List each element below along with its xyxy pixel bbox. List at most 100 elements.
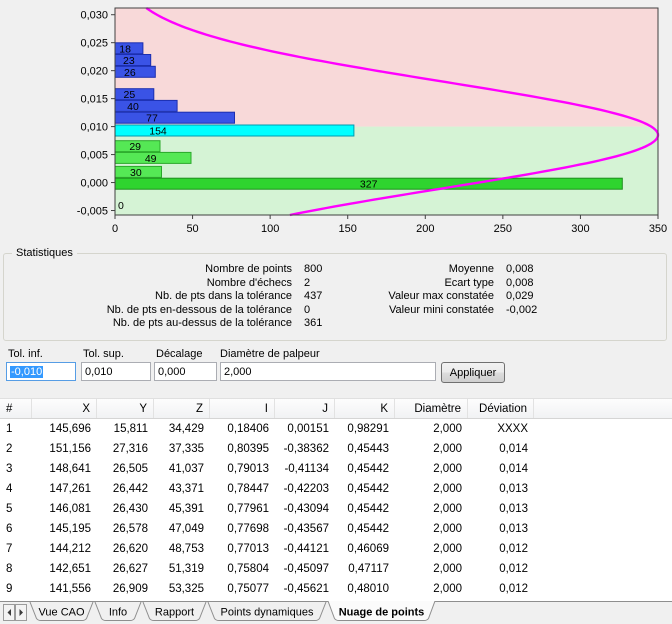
cell-i: 0,79013 — [227, 463, 269, 475]
stat-value: 2 — [304, 276, 311, 289]
y-tick-label: 0,000 — [80, 177, 108, 189]
tab-bar-svg: Vue CAO Info Rapport Points dynamiques Nuage… — [0, 601, 672, 621]
stat-row: Nombre de points 800 — [10, 263, 322, 277]
stat-row: Nb. de pts en-dessous de la tolérance 0 — [10, 304, 322, 318]
cell-déviation: 0,012 — [499, 583, 528, 595]
tab-points-dynamiques[interactable]: Points dynamiques — [207, 601, 327, 621]
x-tick-label: 300 — [571, 223, 589, 235]
column-header-i[interactable]: I — [210, 399, 275, 418]
tab-label: Nuage de points — [339, 607, 425, 619]
column-header-k[interactable]: K — [335, 399, 395, 418]
cell-diamètre: 2,000 — [433, 463, 462, 475]
statistics-title: Statistiques — [12, 247, 77, 259]
cell-i: 0,18406 — [227, 423, 269, 435]
cell-j: -0,42203 — [283, 483, 329, 495]
cell-z: 43,371 — [168, 483, 204, 495]
decalage-value: 0,000 — [158, 365, 186, 378]
tab-info[interactable]: Info — [94, 601, 142, 621]
cell-filler — [534, 479, 672, 499]
table-row[interactable]: 6 145,195 26,578 47,049 0,77698 -0,43567 0,454… — [0, 519, 672, 539]
column-header-déviation[interactable]: Déviation — [468, 399, 534, 418]
diametre-palpeur-value: 2,000 — [224, 365, 252, 378]
cell-z: 51,319 — [168, 563, 204, 575]
column-header-x[interactable]: X — [32, 399, 97, 418]
apply-button[interactable]: Appliquer — [441, 362, 505, 383]
column-header-#[interactable]: # — [0, 399, 32, 418]
y-tick-label: 0,015 — [80, 93, 108, 105]
right-arrow-button[interactable] — [15, 604, 27, 621]
cell-déviation: 0,014 — [499, 463, 528, 475]
table-row[interactable]: 2 151,156 27,316 37,335 0,80395 -0,38362 0,454… — [0, 439, 672, 459]
tol-inf-input[interactable]: -0,010 — [6, 362, 76, 381]
cell-i: 0,77698 — [227, 523, 269, 535]
cell-#: 7 — [6, 543, 13, 555]
table-row[interactable]: 9 141,556 26,909 53,325 0,75077 -0,45621 0,480… — [0, 579, 672, 599]
in-tolerance-zone — [115, 126, 658, 215]
cell-y: 26,620 — [112, 543, 148, 555]
above-tolerance-zone — [115, 8, 658, 127]
tol-inf-value: -0,010 — [10, 365, 44, 378]
cell-x: 151,156 — [49, 443, 91, 455]
bar-count-label: 25 — [124, 89, 136, 101]
tol-sup-input[interactable]: 0,010 — [81, 362, 151, 381]
tab-label: Vue CAO — [38, 607, 85, 619]
x-tick-label: 150 — [339, 223, 357, 235]
y-tick-label: 0,005 — [80, 149, 108, 161]
cell-filler — [534, 559, 672, 579]
cell-#: 2 — [6, 443, 13, 455]
table-row[interactable]: 4 147,261 26,442 43,371 0,78447 -0,42203 0,454… — [0, 479, 672, 499]
cell-k: 0,98291 — [347, 423, 389, 435]
cell-i: 0,75077 — [227, 583, 269, 595]
tab-label: Info — [109, 607, 127, 619]
column-header-z[interactable]: Z — [154, 399, 210, 418]
tab-rapport[interactable]: Rapport — [142, 601, 207, 621]
cell-j: -0,45621 — [283, 583, 329, 595]
table-row[interactable]: 7 144,212 26,620 48,753 0,77013 -0,44121 0,460… — [0, 539, 672, 559]
cell-x: 141,556 — [49, 583, 91, 595]
cell-y: 26,909 — [112, 583, 148, 595]
histogram-bar — [114, 111, 235, 124]
cell-z: 37,335 — [168, 443, 204, 455]
table-row[interactable]: 1 145,696 15,811 34,429 0,18406 0,00151 0,9829… — [0, 419, 672, 439]
cell-y: 15,811 — [113, 423, 148, 435]
column-header-y[interactable]: Y — [97, 399, 154, 418]
tab-vue-cao[interactable]: Vue CAO — [29, 601, 94, 621]
bar-count-label: 23 — [123, 55, 135, 67]
cell-z: 41,037 — [168, 463, 204, 475]
histogram-panel: 18 23 26 25 40 77 154 29 49 30 327 0 0,030 0,025 0,020… — [0, 0, 672, 248]
left-arrow-button[interactable] — [3, 604, 15, 621]
tab-label: Rapport — [155, 607, 194, 619]
table-row[interactable]: 3 148,641 26,505 41,037 0,79013 -0,41134 0,454… — [0, 459, 672, 479]
cell-k: 0,45443 — [347, 443, 389, 455]
column-header-j[interactable]: J — [275, 399, 335, 418]
stat-value: 800 — [304, 263, 323, 275]
cell-z: 34,429 — [168, 423, 204, 435]
bar-count-label: 30 — [130, 167, 142, 179]
tab-label: Points dynamiques — [221, 607, 314, 619]
cell-x: 145,696 — [49, 423, 91, 435]
diametre-palpeur-input[interactable]: 2,000 — [220, 362, 436, 381]
tab-nuage-de-points[interactable]: Nuage de points — [327, 601, 436, 621]
column-header-diamètre[interactable]: Diamètre — [395, 399, 468, 418]
cell-z: 45,391 — [168, 503, 204, 515]
cell-y: 26,627 — [112, 563, 148, 575]
cell-y: 27,316 — [112, 443, 148, 455]
x-tick-label: 0 — [112, 223, 118, 235]
table-row[interactable]: 8 142,651 26,627 51,319 0,75804 -0,45097 0,471… — [0, 559, 672, 579]
stat-row: Ecart type 0,008 — [334, 277, 537, 291]
stat-label: Nb. de pts en-dessous de la tolérance — [106, 303, 292, 316]
stat-label: Ecart type — [444, 276, 494, 289]
x-tick-label: 250 — [494, 223, 512, 235]
stat-label: Nombre d'échecs — [206, 276, 292, 289]
stat-value: 0 — [304, 303, 311, 316]
cell-j: -0,44121 — [283, 543, 329, 555]
cell-i: 0,75804 — [227, 563, 269, 575]
stat-row: Valeur max constatée 0,029 — [334, 290, 537, 304]
bar-count-label: 49 — [145, 153, 157, 165]
cell-#: 8 — [6, 563, 13, 575]
decalage-input[interactable]: 0,000 — [154, 362, 217, 381]
cell-filler — [534, 519, 672, 539]
stat-label: Valeur max constatée — [388, 290, 494, 302]
stat-row: Nb. de pts au-dessus de la tolérance 361 — [10, 317, 323, 331]
table-row[interactable]: 5 146,081 26,430 45,391 0,77961 -0,43094 0,454… — [0, 499, 672, 519]
